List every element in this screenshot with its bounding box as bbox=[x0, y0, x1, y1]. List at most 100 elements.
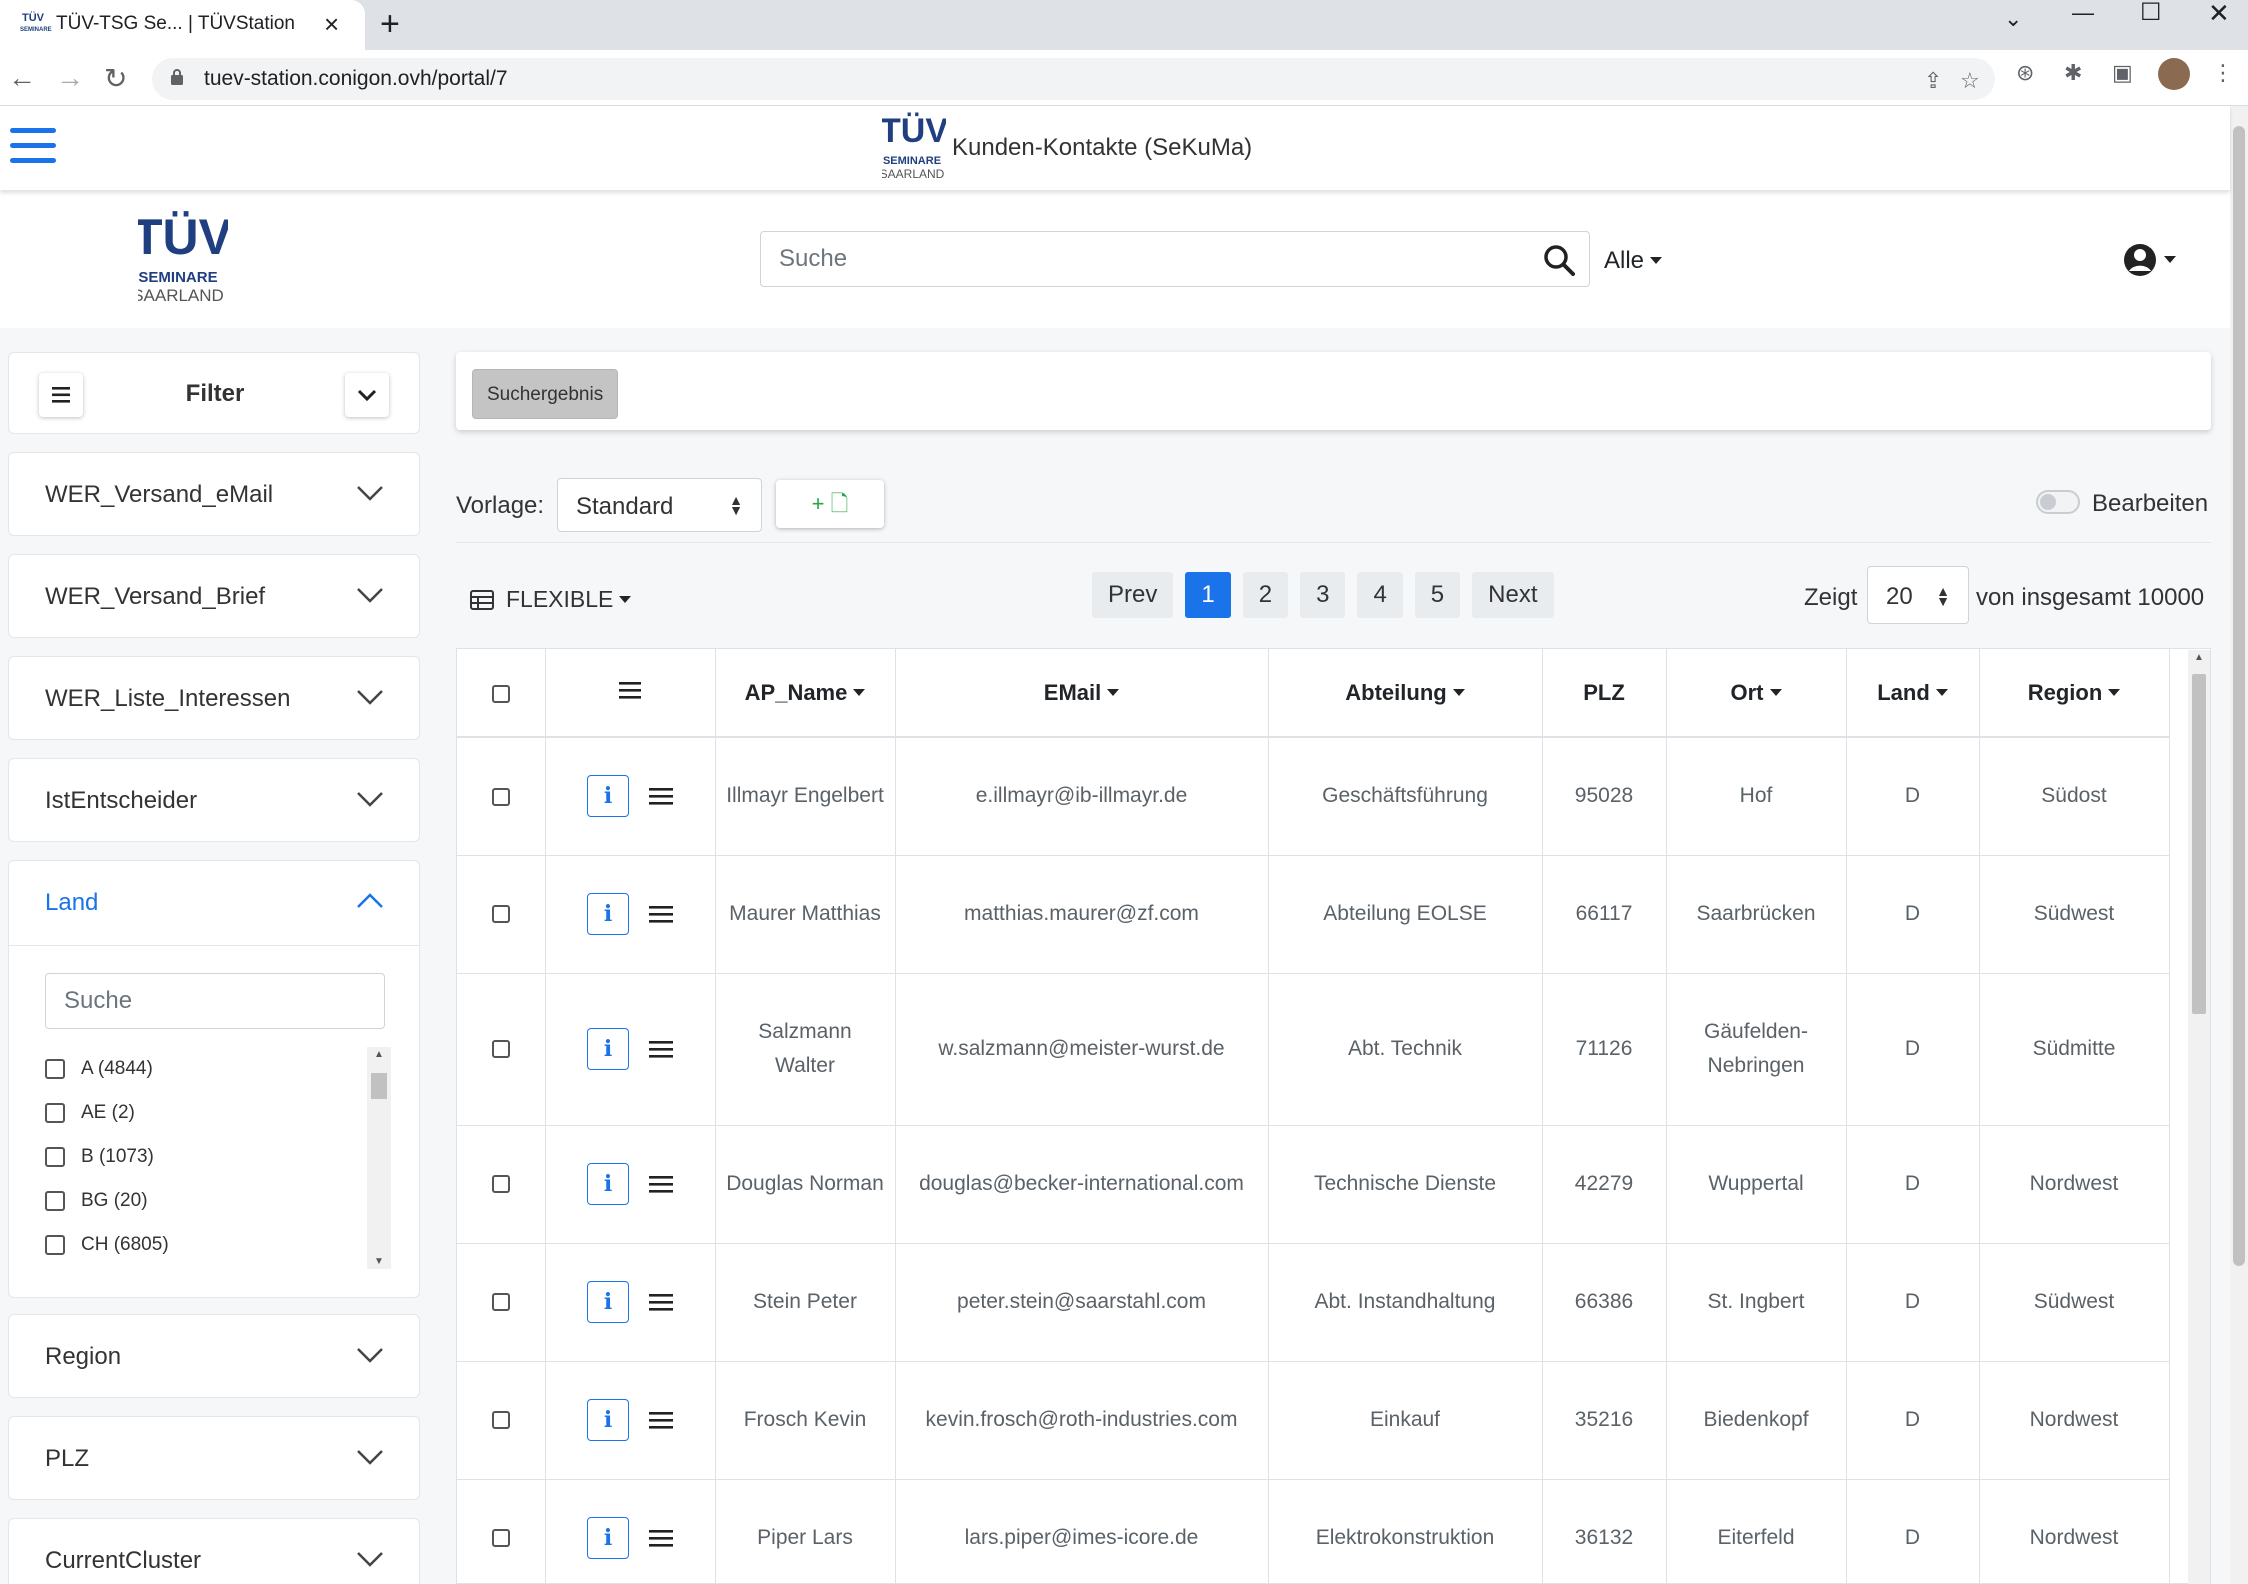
land-option[interactable]: AE (2) bbox=[45, 1091, 361, 1135]
row-checkbox[interactable] bbox=[491, 1040, 510, 1059]
view-mode-dropdown[interactable]: FLEXIBLE bbox=[470, 586, 631, 613]
profile-avatar[interactable] bbox=[2158, 58, 2190, 90]
column-header-land[interactable]: Land bbox=[1846, 649, 1980, 738]
filter-ist-entscheider[interactable]: IstEntscheider bbox=[8, 758, 420, 842]
checkbox[interactable] bbox=[45, 1191, 65, 1211]
land-list-scrollbar[interactable]: ▲ ▼ bbox=[367, 1047, 391, 1269]
info-icon[interactable]: i bbox=[587, 893, 629, 935]
extension-icon-1[interactable]: ⊛ bbox=[2016, 60, 2034, 86]
row-menu-icon[interactable] bbox=[649, 1175, 673, 1193]
column-menu-icon[interactable] bbox=[617, 680, 643, 700]
row-checkbox[interactable] bbox=[491, 1175, 510, 1194]
page-size-select[interactable]: 20 ▲ ▼ bbox=[1867, 566, 1969, 624]
checkbox[interactable] bbox=[45, 1103, 65, 1123]
row-checkbox[interactable] bbox=[491, 787, 510, 806]
row-actions-cell: i bbox=[545, 1243, 716, 1362]
main-menu-hamburger-icon[interactable] bbox=[10, 128, 56, 168]
search-icon[interactable] bbox=[1543, 244, 1575, 276]
info-icon[interactable]: i bbox=[587, 775, 629, 818]
filter-wer-versand-email[interactable]: WER_Versand_eMail bbox=[8, 452, 420, 536]
scroll-down-arrow-icon[interactable]: ▼ bbox=[374, 1256, 384, 1267]
info-icon[interactable]: i bbox=[587, 1028, 629, 1070]
row-checkbox[interactable] bbox=[491, 905, 510, 924]
row-checkbox[interactable] bbox=[491, 1411, 510, 1430]
new-tab-icon[interactable]: + bbox=[380, 5, 400, 44]
row-menu-icon[interactable] bbox=[649, 1529, 673, 1547]
forward-icon[interactable]: → bbox=[56, 62, 84, 94]
scroll-up-arrow-icon[interactable]: ▲ bbox=[374, 1049, 384, 1060]
land-option[interactable]: B (1073) bbox=[45, 1135, 361, 1179]
row-menu-icon[interactable] bbox=[649, 787, 673, 805]
pagination-page-3[interactable]: 3 bbox=[1300, 572, 1346, 618]
filter-wer-liste-interessen[interactable]: WER_Liste_Interessen bbox=[8, 656, 420, 740]
scroll-up-arrow-icon[interactable]: ▲ bbox=[2194, 652, 2204, 663]
row-menu-icon[interactable] bbox=[649, 1411, 673, 1429]
edit-mode-toggle[interactable] bbox=[2036, 490, 2080, 514]
url-omnibox[interactable]: tuev-station.conigon.ovh/portal/7 ⇪ ☆ bbox=[152, 58, 1995, 100]
filter-wer-versand-brief[interactable]: WER_Versand_Brief bbox=[8, 554, 420, 638]
land-list-scrollbar-thumb[interactable] bbox=[371, 1073, 387, 1099]
page-scrollbar[interactable] bbox=[2230, 106, 2248, 1584]
row-menu-icon[interactable] bbox=[649, 1040, 673, 1058]
column-header-region[interactable]: Region bbox=[1979, 649, 2170, 738]
land-option[interactable]: BG (20) bbox=[45, 1179, 361, 1223]
select-all-checkbox[interactable] bbox=[491, 684, 510, 703]
column-header-email[interactable]: EMail bbox=[895, 649, 1269, 738]
land-search-input[interactable] bbox=[45, 973, 385, 1029]
add-template-button[interactable]: + 🗋 bbox=[776, 480, 884, 528]
bookmark-star-icon[interactable]: ☆ bbox=[1960, 68, 1980, 94]
side-panel-icon[interactable]: ▣ bbox=[2112, 60, 2133, 86]
info-icon[interactable]: i bbox=[587, 1517, 629, 1559]
tab-search-chevron-icon[interactable]: ⌄ bbox=[2004, 6, 2022, 32]
share-icon[interactable]: ⇪ bbox=[1924, 68, 1942, 94]
land-option[interactable]: A (4844) bbox=[45, 1047, 361, 1091]
table-scrollbar-thumb[interactable] bbox=[2192, 674, 2206, 1014]
cell-plz: 71126 bbox=[1542, 973, 1667, 1126]
filter-current-cluster[interactable]: CurrentCluster bbox=[8, 1518, 420, 1584]
row-checkbox[interactable] bbox=[491, 1293, 510, 1312]
vorlage-select[interactable]: Standard ▲ ▼ bbox=[557, 478, 762, 532]
browser-menu-icon[interactable]: ⋮ bbox=[2212, 60, 2234, 86]
info-icon[interactable]: i bbox=[587, 1281, 629, 1323]
row-menu-icon[interactable] bbox=[649, 905, 673, 923]
page-header: TÜV SEMINARE SAARLAND Alle bbox=[0, 190, 2230, 328]
pagination-page-4[interactable]: 4 bbox=[1357, 572, 1403, 618]
filter-land-toggle[interactable]: Land bbox=[45, 889, 98, 917]
pagination-prev[interactable]: Prev bbox=[1092, 572, 1174, 618]
filter-plz[interactable]: PLZ bbox=[8, 1416, 420, 1500]
cell-abteilung: Elektrokonstruktion bbox=[1268, 1479, 1543, 1583]
back-icon[interactable]: ← bbox=[8, 62, 36, 94]
row-checkbox[interactable] bbox=[491, 1529, 510, 1548]
pagination-next[interactable]: Next bbox=[1472, 572, 1554, 618]
pagination-page-1[interactable]: 1 bbox=[1185, 572, 1231, 618]
column-header-abteilung[interactable]: Abteilung bbox=[1268, 649, 1543, 738]
global-search-input[interactable] bbox=[779, 242, 1519, 276]
filter-region[interactable]: Region bbox=[8, 1314, 420, 1398]
page-scrollbar-thumb[interactable] bbox=[2233, 126, 2245, 1266]
checkbox[interactable] bbox=[45, 1147, 65, 1167]
user-account-icon[interactable] bbox=[2122, 242, 2182, 278]
maximize-icon[interactable]: ☐ bbox=[2140, 0, 2162, 27]
checkbox[interactable] bbox=[45, 1235, 65, 1255]
window-close-icon[interactable]: ✕ bbox=[2208, 0, 2230, 29]
column-header-plz[interactable]: PLZ bbox=[1542, 649, 1667, 738]
checkbox[interactable] bbox=[45, 1059, 65, 1079]
info-icon[interactable]: i bbox=[587, 1163, 629, 1205]
chevron-up-icon[interactable] bbox=[355, 889, 385, 913]
table-scrollbar[interactable]: ▲ bbox=[2188, 650, 2210, 1584]
search-scope-dropdown[interactable]: Alle bbox=[1604, 247, 1662, 275]
info-icon[interactable]: i bbox=[587, 1399, 629, 1441]
tab-close-icon[interactable]: × bbox=[324, 9, 339, 40]
column-header-ort[interactable]: Ort bbox=[1666, 649, 1847, 738]
pagination-page-5[interactable]: 5 bbox=[1414, 572, 1461, 618]
browser-tab-active[interactable]: TÜV SEMINARE TÜV-TSG Se... | TÜVStation × bbox=[0, 0, 365, 50]
column-header-ap-name[interactable]: AP_Name bbox=[715, 649, 896, 738]
filter-collapse-button[interactable] bbox=[345, 373, 389, 417]
pagination-page-2[interactable]: 2 bbox=[1242, 572, 1289, 618]
puzzle-extensions-icon[interactable]: ✱ bbox=[2064, 60, 2082, 86]
row-menu-icon[interactable] bbox=[649, 1293, 673, 1311]
breadcrumb-chip-suchergebnis[interactable]: Suchergebnis bbox=[472, 369, 619, 419]
minimize-icon[interactable]: — bbox=[2072, 0, 2094, 26]
land-option[interactable]: CH (6805) bbox=[45, 1223, 361, 1267]
reload-icon[interactable]: ↻ bbox=[104, 62, 127, 95]
